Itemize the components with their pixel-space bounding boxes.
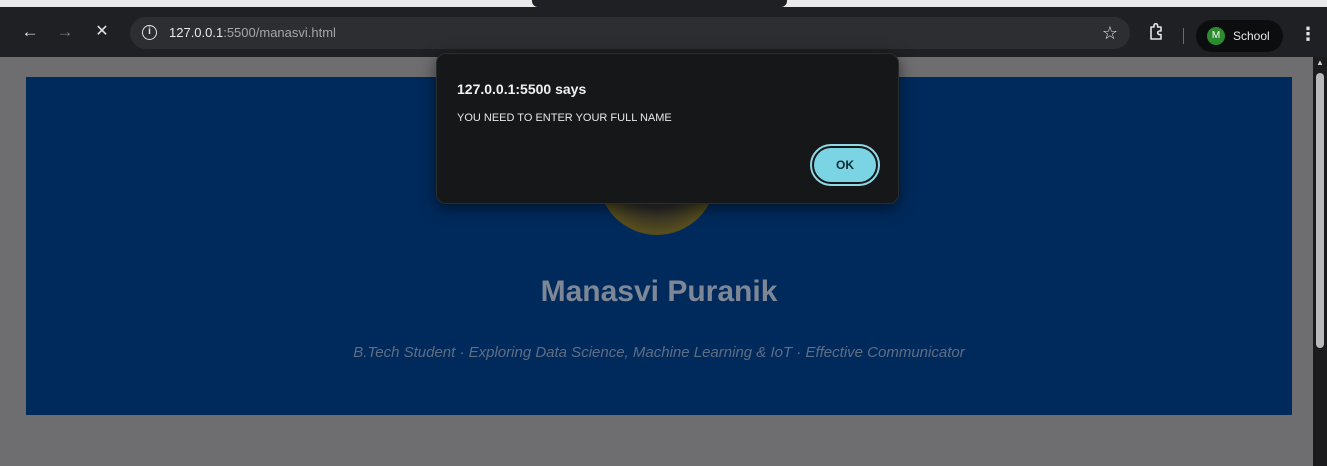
stop-loading-icon[interactable]: ✕	[89, 17, 115, 47]
dialog-message: YOU NEED TO ENTER YOUR FULL NAME	[457, 112, 672, 124]
scroll-up-arrow-icon[interactable]: ▲	[1316, 59, 1324, 67]
profile-avatar: M	[1207, 27, 1225, 45]
address-bar[interactable]: i 127.0.0.1:5500/manasvi.html ☆	[130, 17, 1130, 49]
alert-dialog: 127.0.0.1:5500 says YOU NEED TO ENTER YO…	[436, 53, 899, 204]
ok-button[interactable]: OK	[810, 144, 880, 186]
ok-button-label: OK	[814, 148, 876, 182]
site-info-icon[interactable]: i	[142, 25, 157, 40]
forward-arrow-icon[interactable]: →	[52, 17, 78, 47]
page-scrollbar[interactable]: ▲	[1313, 57, 1327, 466]
url-text[interactable]: 127.0.0.1:5500/manasvi.html	[169, 25, 336, 41]
tab-strip-hint	[532, 0, 787, 7]
hero-name: Manasvi Puranik	[540, 275, 778, 308]
hero-tagline: B.Tech Student · Exploring Data Science,…	[353, 344, 965, 361]
url-host: 127.0.0.1	[169, 25, 224, 40]
window-top-strip	[0, 0, 1327, 7]
url-path: :5500/manasvi.html	[223, 25, 336, 40]
extensions-puzzle-icon[interactable]	[1148, 23, 1164, 41]
bookmark-star-icon[interactable]: ☆	[1102, 23, 1118, 43]
profile-button[interactable]: M School	[1196, 20, 1283, 52]
more-menu-icon[interactable]: ⋮	[1299, 23, 1317, 47]
toolbar-divider	[1183, 28, 1184, 44]
profile-name: School	[1233, 29, 1270, 43]
back-arrow-icon[interactable]: ←	[17, 17, 43, 47]
scroll-thumb[interactable]	[1316, 73, 1324, 348]
browser-toolbar: ← → ✕ i 127.0.0.1:5500/manasvi.html ☆ M …	[0, 7, 1327, 57]
dialog-title: 127.0.0.1:5500 says	[457, 81, 587, 97]
